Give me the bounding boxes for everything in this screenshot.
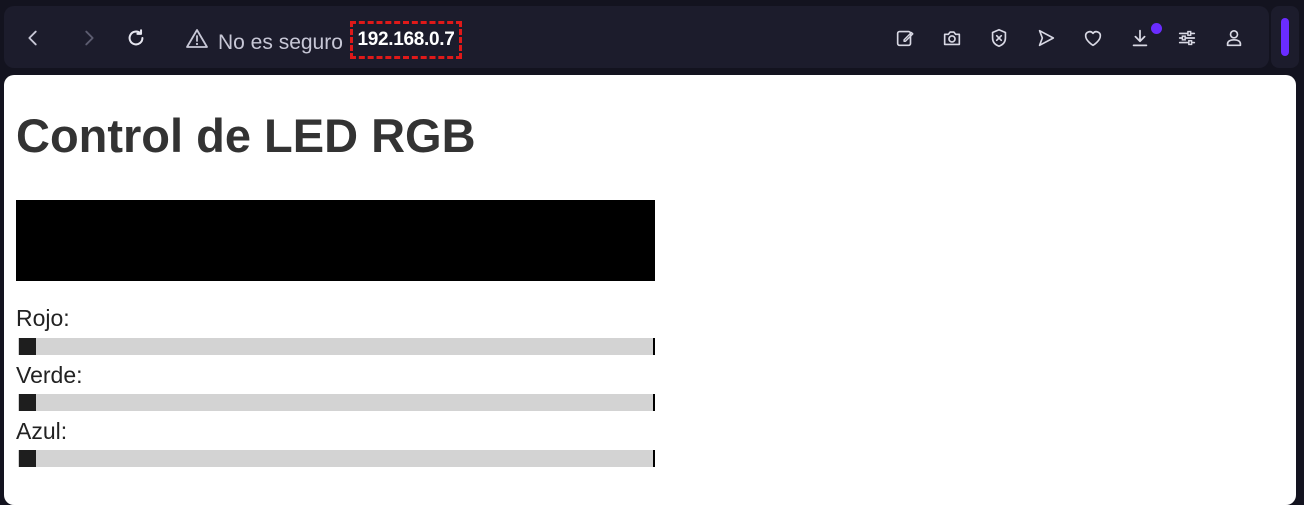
red-slider-thumb[interactable] [19, 338, 36, 355]
slider-end-marker [653, 338, 655, 355]
blue-slider-thumb[interactable] [19, 450, 36, 467]
green-slider-thumb[interactable] [19, 394, 36, 411]
back-button[interactable] [20, 25, 46, 51]
back-arrow-icon [28, 30, 37, 46]
camera-icon [943, 31, 961, 46]
address-bar-url[interactable]: 192.168.0.7 [350, 21, 462, 59]
slider-end-marker [653, 450, 655, 467]
red-label: Rojo: [16, 305, 70, 331]
reload-icon [128, 29, 144, 46]
sidebar-accent-bar[interactable] [1281, 18, 1289, 56]
browser-toolbar: No es seguro 192.168.0.7 [4, 6, 1269, 68]
warning-triangle-icon[interactable] [185, 27, 209, 51]
blue-label: Azul: [16, 418, 68, 444]
slider-end-marker [653, 394, 655, 411]
page-title: Control de LED RGB [16, 109, 476, 162]
web-page: Control de LED RGB Rojo: Verde: Azul: [4, 75, 1296, 505]
heart-icon [1084, 30, 1102, 47]
download-notification-dot [1151, 23, 1162, 34]
send-arrow-icon [1038, 29, 1055, 47]
forward-arrow-icon [85, 30, 94, 46]
reload-button[interactable] [123, 25, 149, 51]
edit-button[interactable] [892, 25, 918, 51]
forward-button[interactable] [76, 25, 102, 51]
ad-blocker-button[interactable] [986, 25, 1012, 51]
shield-block-icon [991, 28, 1007, 48]
sliders-icon [1178, 30, 1196, 46]
profile-button[interactable] [1221, 25, 1247, 51]
snapshot-button[interactable] [939, 25, 965, 51]
download-icon [1132, 29, 1148, 47]
user-icon [1226, 30, 1242, 47]
downloads-button[interactable] [1127, 25, 1153, 51]
red-slider[interactable] [18, 338, 655, 355]
green-label: Verde: [16, 362, 83, 388]
sidebar-strip [1271, 6, 1299, 68]
green-slider[interactable] [18, 394, 655, 411]
settings-button[interactable] [1174, 25, 1200, 51]
edit-note-icon [896, 30, 914, 47]
security-status-label[interactable]: No es seguro [218, 30, 343, 56]
favorites-button[interactable] [1080, 25, 1106, 51]
blue-slider[interactable] [18, 450, 655, 467]
send-button[interactable] [1033, 25, 1059, 51]
color-preview [16, 200, 655, 281]
